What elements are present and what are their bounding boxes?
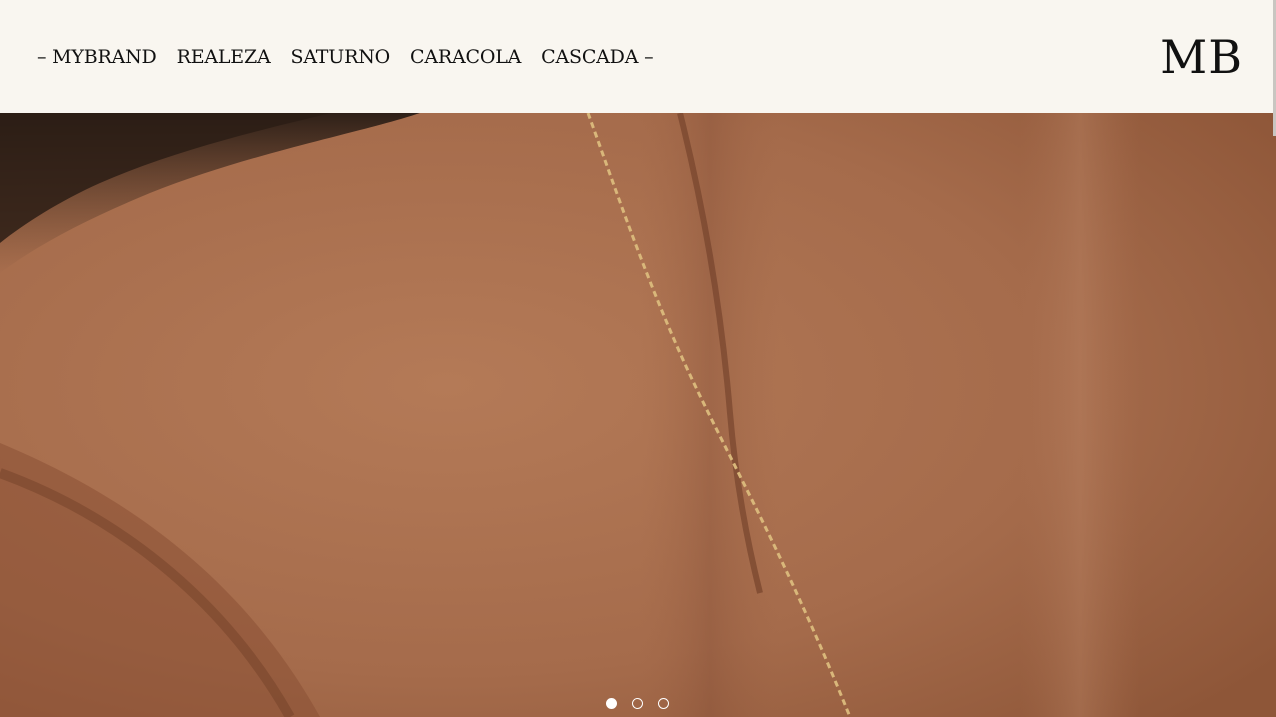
hero-photo <box>0 113 1276 717</box>
carousel-dot-1[interactable] <box>606 698 617 709</box>
carousel-dots <box>606 698 669 709</box>
brand-logo[interactable]: MB <box>1160 31 1243 83</box>
hero-image <box>0 113 1276 717</box>
nav-item-realeza[interactable]: REALEZA <box>177 41 271 73</box>
carousel-dot-2[interactable] <box>632 698 643 709</box>
nav-item-cascada[interactable]: CASCADA – <box>541 41 653 73</box>
nav-item-caracola[interactable]: CARACOLA <box>410 41 521 73</box>
carousel-dot-3[interactable] <box>658 698 669 709</box>
site-header: – MYBRAND REALEZA SATURNO CARACOLA CASCA… <box>0 0 1276 113</box>
main-nav: – MYBRAND REALEZA SATURNO CARACOLA CASCA… <box>37 41 654 73</box>
nav-item-mybrand[interactable]: – MYBRAND <box>37 41 157 73</box>
nav-item-saturno[interactable]: SATURNO <box>291 41 391 73</box>
